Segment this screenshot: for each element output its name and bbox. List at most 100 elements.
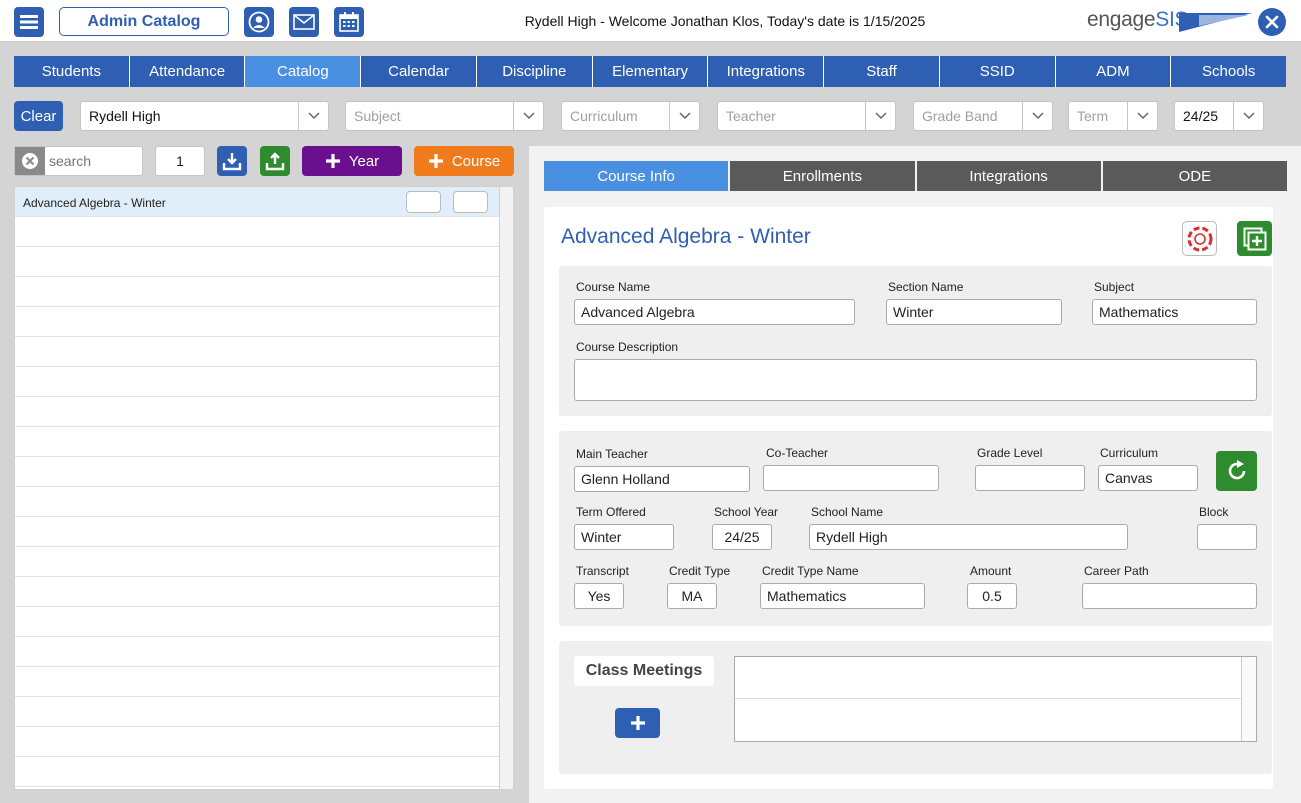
refresh-button[interactable] bbox=[1216, 451, 1257, 491]
transcript-label: Transcript bbox=[576, 564, 629, 578]
grade-level-field[interactable] bbox=[975, 465, 1085, 491]
calendar-button[interactable] bbox=[334, 7, 364, 37]
term-offered-field[interactable]: Winter bbox=[574, 524, 674, 550]
credit-type-field[interactable]: MA bbox=[667, 583, 717, 609]
profile-button[interactable] bbox=[244, 7, 274, 37]
list-row-empty bbox=[15, 457, 499, 487]
admin-catalog-button[interactable]: Admin Catalog bbox=[59, 7, 229, 36]
nav-tab-students[interactable]: Students bbox=[14, 56, 130, 87]
add-course-button[interactable]: Course bbox=[414, 146, 514, 176]
clear-search-button[interactable] bbox=[15, 147, 45, 175]
chevron-down-icon bbox=[513, 102, 543, 130]
teacher-select[interactable]: Teacher bbox=[717, 101, 896, 131]
list-row-empty bbox=[15, 757, 499, 787]
list-item-badge-left[interactable] bbox=[406, 191, 441, 213]
subject-select-placeholder: Subject bbox=[354, 108, 401, 124]
refresh-icon bbox=[1228, 460, 1245, 480]
upload-button[interactable] bbox=[260, 146, 290, 176]
school-name-field[interactable]: Rydell High bbox=[809, 524, 1128, 550]
amount-label: Amount bbox=[970, 564, 1012, 578]
subject-field[interactable]: Mathematics bbox=[1092, 299, 1257, 325]
add-class-meeting-button[interactable] bbox=[615, 708, 660, 738]
nav-tab-discipline[interactable]: Discipline bbox=[476, 56, 593, 87]
list-row-empty bbox=[15, 217, 499, 247]
chevron-down-icon bbox=[865, 102, 895, 130]
co-teacher-label: Co-Teacher bbox=[766, 446, 829, 460]
section-name-label: Section Name bbox=[888, 280, 964, 294]
tab-integrations[interactable]: Integrations bbox=[916, 161, 1103, 191]
hamburger-icon bbox=[20, 15, 38, 29]
list-item[interactable]: Advanced Algebra - Winter bbox=[15, 187, 499, 217]
curriculum-select-placeholder: Curriculum bbox=[570, 108, 638, 124]
subject-label: Subject bbox=[1094, 280, 1135, 294]
grade-band-select[interactable]: Grade Band bbox=[913, 101, 1053, 131]
page-number-input[interactable]: 1 bbox=[155, 146, 205, 176]
nav-tab-adm[interactable]: ADM bbox=[1055, 56, 1172, 87]
list-row-empty bbox=[15, 487, 499, 517]
mail-button[interactable] bbox=[289, 7, 319, 37]
list-row-empty bbox=[15, 307, 499, 337]
download-button[interactable] bbox=[217, 146, 247, 176]
clear-button[interactable]: Clear bbox=[14, 101, 63, 131]
list-item-label: Advanced Algebra - Winter bbox=[23, 196, 166, 210]
table-scrollbar[interactable] bbox=[1241, 657, 1256, 741]
school-select[interactable]: Rydell High bbox=[80, 101, 329, 131]
term-select[interactable]: Term bbox=[1068, 101, 1158, 131]
nav-tab-catalog[interactable]: Catalog bbox=[245, 56, 362, 87]
search-box bbox=[14, 146, 143, 176]
list-item-badge-right[interactable] bbox=[453, 191, 488, 213]
subject-select[interactable]: Subject bbox=[345, 101, 544, 131]
add-year-button[interactable]: Year bbox=[302, 146, 402, 176]
career-path-field[interactable] bbox=[1082, 583, 1257, 609]
list-scrollbar[interactable] bbox=[500, 186, 514, 790]
lifebuoy-button[interactable] bbox=[1182, 221, 1217, 256]
nav-tab-calendar[interactable]: Calendar bbox=[361, 56, 477, 87]
list-row-empty bbox=[15, 427, 499, 457]
course-name-field[interactable]: Advanced Algebra bbox=[574, 299, 855, 325]
close-icon bbox=[1265, 15, 1279, 29]
section-name-field[interactable]: Winter bbox=[886, 299, 1062, 325]
calendar-icon bbox=[339, 12, 359, 32]
school-select-value: Rydell High bbox=[89, 108, 161, 124]
transcript-field[interactable]: Yes bbox=[574, 583, 624, 609]
add-year-label: Year bbox=[348, 152, 380, 170]
chevron-down-icon bbox=[1127, 102, 1157, 130]
school-year-label: School Year bbox=[714, 505, 779, 519]
block-field[interactable] bbox=[1197, 524, 1257, 550]
co-teacher-field[interactable] bbox=[763, 465, 939, 491]
school-year-field[interactable]: 24/25 bbox=[712, 524, 772, 550]
plus-icon bbox=[428, 154, 443, 168]
list-row-empty bbox=[15, 517, 499, 547]
copy-course-button[interactable] bbox=[1237, 221, 1272, 256]
nav-tab-integrations[interactable]: Integrations bbox=[708, 56, 825, 87]
tab-course-info[interactable]: Course Info bbox=[544, 161, 731, 191]
nav-tab-attendance[interactable]: Attendance bbox=[129, 56, 246, 87]
curriculum-field[interactable]: Canvas bbox=[1098, 465, 1198, 491]
curriculum-select[interactable]: Curriculum bbox=[561, 101, 700, 131]
course-description-field[interactable] bbox=[574, 359, 1257, 401]
search-input[interactable] bbox=[49, 153, 139, 169]
course-name-label: Course Name bbox=[576, 280, 651, 294]
add-course-label: Course bbox=[451, 152, 501, 170]
credit-type-name-label: Credit Type Name bbox=[762, 564, 859, 578]
main-teacher-field[interactable]: Glenn Holland bbox=[574, 466, 750, 492]
close-button[interactable] bbox=[1258, 8, 1286, 36]
credit-type-name-field[interactable]: Mathematics bbox=[760, 583, 925, 609]
nav-tab-schools[interactable]: Schools bbox=[1171, 56, 1287, 87]
nav-tab-ssid[interactable]: SSID bbox=[939, 56, 1056, 87]
tab-ode[interactable]: ODE bbox=[1102, 161, 1287, 191]
credit-type-label: Credit Type bbox=[669, 564, 731, 578]
menu-button[interactable] bbox=[14, 7, 44, 37]
chevron-down-icon bbox=[1233, 102, 1263, 130]
school-name-label: School Name bbox=[811, 505, 884, 519]
user-icon bbox=[248, 11, 270, 33]
tab-enrollments[interactable]: Enrollments bbox=[730, 161, 917, 191]
nav-tab-elementary[interactable]: Elementary bbox=[592, 56, 709, 87]
curriculum-label: Curriculum bbox=[1100, 446, 1159, 460]
nav-tab-staff[interactable]: Staff bbox=[824, 56, 940, 87]
course-title: Advanced Algebra - Winter bbox=[561, 225, 811, 248]
career-path-label: Career Path bbox=[1084, 564, 1149, 578]
plus-icon bbox=[325, 154, 340, 168]
year-select[interactable]: 24/25 bbox=[1174, 101, 1264, 131]
amount-field[interactable]: 0.5 bbox=[967, 583, 1017, 609]
